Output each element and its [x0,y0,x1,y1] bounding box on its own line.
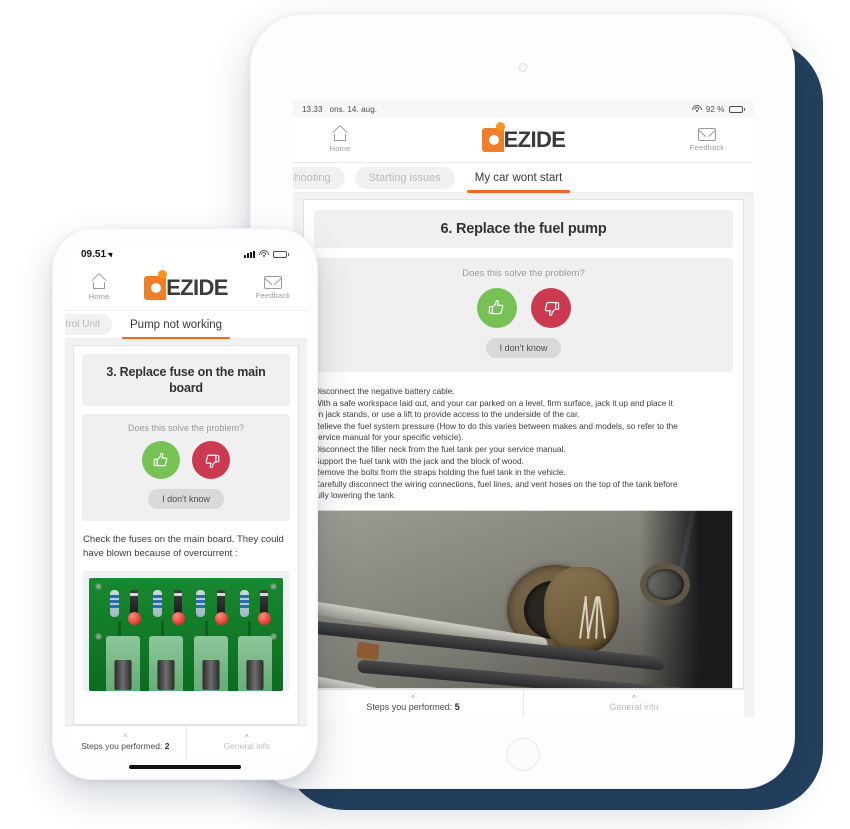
phone-dont-know-button[interactable]: I don't know [148,489,224,509]
tablet-tab-starting-issues[interactable]: Starting issues [354,166,455,189]
dezide-logo: EZIDE [481,121,566,153]
phone-active-tab-label: Pump not working [130,318,223,331]
tablet-home-nav-button[interactable]: Home [311,124,369,153]
tablet-step-line: service manual for your specific vehicle… [314,432,464,443]
logo-dot [158,269,168,279]
phone-feedback-nav-label: Feedback [255,290,291,300]
fuse-board-photo [83,571,289,691]
tablet-steps-performed-text: Steps you performed: 5 [366,702,460,712]
tablet-step-line: With a safe workspace laid out, and your… [314,397,673,408]
thumbs-up-icon[interactable] [142,441,180,479]
logo-wordmark: EZIDE [166,274,228,300]
signal-bars-icon [243,250,255,258]
phone-device: 09.51 Home EZIDE Feedback trol Unit Pump… [52,228,318,780]
tablet-active-tab-label: My car wont start [474,171,563,184]
phone-thumbs-group [90,441,282,479]
tablet-breadcrumb-tabs: shooting Starting issues My car wont sta… [293,163,754,193]
phone-body-text: Check the fuses on the main board. They … [83,534,284,559]
wifi-icon [691,105,702,113]
home-icon [91,272,108,290]
phone-general-info-button[interactable]: ^ General info [185,726,308,759]
tablet-step-line: fully lowering the tank. [314,490,397,501]
tablet-front-camera [518,63,527,72]
thumbs-down-icon[interactable] [530,288,571,328]
phone-content-area: 3. Replace fuse on the main board Does t… [65,339,307,759]
home-icon [332,124,349,142]
phone-solve-question: Does this solve the problem? [127,423,245,433]
phone-breadcrumb-tabs: ntrol Unit Pump not working [65,311,307,340]
wifi-icon [258,250,269,258]
phone-tab-control-unit[interactable]: ntrol Unit [65,314,113,335]
tablet-steps-performed-button[interactable]: ^ Steps you performed: 5 [303,690,523,717]
tablet-solve-question: Does this solve the problem? [462,268,585,279]
tablet-home-button[interactable] [506,738,539,771]
phone-screen: 09.51 Home EZIDE Feedback trol Unit Pump… [65,243,307,759]
tablet-step-line: Relieve the fuel system pressure (How to… [314,420,678,431]
tablet-dont-know-button[interactable]: I don't know [485,338,562,358]
logo-d-block [144,275,167,300]
tablet-feedback-nav-button[interactable]: Feedback [678,127,736,152]
tablet-steps-performed-label: Steps you performed: [366,701,453,712]
screenshot-stage: 13.33 ons. 14. aug. 92 % Home EZIDE Feed… [0,0,850,829]
tablet-step-line: Disconnect the negative battery cable. [314,386,455,396]
thumbs-down-icon[interactable] [192,441,230,479]
battery-icon [728,105,745,113]
logo-d-block [481,127,504,152]
tablet-app-header: Home EZIDE Feedback [293,117,754,163]
tablet-step-instructions: Disconnect the negative battery cable. W… [304,382,743,504]
tablet-tab-troubleshooting[interactable]: shooting [293,166,345,189]
tablet-step-line: Disconnect the filler neck from the fuel… [314,443,566,454]
tablet-screen: 13.33 ons. 14. aug. 92 % Home EZIDE Feed… [293,101,754,717]
phone-tab-pump-not-working[interactable]: Pump not working [120,315,232,340]
phone-step-panel: 3. Replace fuse on the main board Does t… [73,345,299,725]
phone-status-bar: 09.51 [65,243,307,265]
phone-steps-performed-label: Steps you performed: [81,740,163,751]
battery-icon [272,250,289,258]
phone-app-header: Home EZIDE Feedback [65,265,307,311]
phone-solve-card: Does this solve the problem? I don't kno… [82,414,290,521]
phone-home-nav-button[interactable]: Home [75,272,123,301]
phone-bottom-bar: ^ Steps you performed: 2 ^ General info [65,725,307,759]
tablet-status-time: 13.33 [302,104,323,114]
tablet-bottom-bar: ^ Steps you performed: 5 ^ General info [303,689,744,717]
phone-general-info-label: General info [223,740,270,751]
dezide-logo: EZIDE [144,269,228,301]
tablet-status-date: ons. 14. aug. [329,104,378,114]
logo-wordmark: EZIDE [503,126,566,152]
tablet-status-bar: 13.33 ons. 14. aug. 92 % [293,101,754,117]
phone-step-title: 3. Replace fuse on the main board [82,354,290,406]
phone-steps-performed-count: 2 [164,740,170,751]
tablet-general-info-label: General info [609,701,659,712]
phone-feedback-nav-button[interactable]: Feedback [249,275,297,300]
tablet-solve-card: Does this solve the problem? I don't kno… [314,258,733,372]
tablet-device: 13.33 ons. 14. aug. 92 % Home EZIDE Feed… [250,14,795,789]
tablet-feedback-nav-label: Feedback [689,142,725,152]
phone-status-time: 09.51 [81,248,107,260]
tablet-step-line: Carefully disconnect the wiring connecti… [314,478,678,489]
tablet-tab-my-car-wont-start[interactable]: My car wont start [465,168,573,193]
tablet-home-nav-label: Home [329,143,351,153]
phone-steps-performed-button[interactable]: ^ Steps you performed: 2 [65,726,186,759]
mail-icon [263,275,282,289]
tablet-thumbs-group [322,288,725,328]
thumbs-up-icon[interactable] [476,288,517,328]
tablet-general-info-button[interactable]: ^ General info [523,690,744,717]
tablet-step-line: Support the fuel tank with the jack and … [314,455,524,466]
tablet-step-panel: 6. Replace the fuel pump Does this solve… [303,199,744,689]
tablet-steps-performed-count: 5 [454,701,460,712]
phone-home-nav-label: Home [88,291,110,301]
tablet-content-area: 6. Replace the fuel pump Does this solve… [293,193,754,717]
mail-icon [697,127,716,141]
phone-steps-performed-text: Steps you performed: 2 [81,741,169,751]
phone-home-indicator[interactable] [129,765,241,769]
tablet-step-line: Remove the bolts from the straps holding… [314,467,566,478]
logo-dot [495,121,505,131]
tablet-battery-percent: 92 % [705,104,725,114]
tablet-step-line: on jack stands, or use a lift to provide… [314,409,580,420]
location-arrow-icon [107,250,115,258]
tablet-step-title: 6. Replace the fuel pump [314,210,733,248]
fuel-tank-photo [314,509,733,688]
